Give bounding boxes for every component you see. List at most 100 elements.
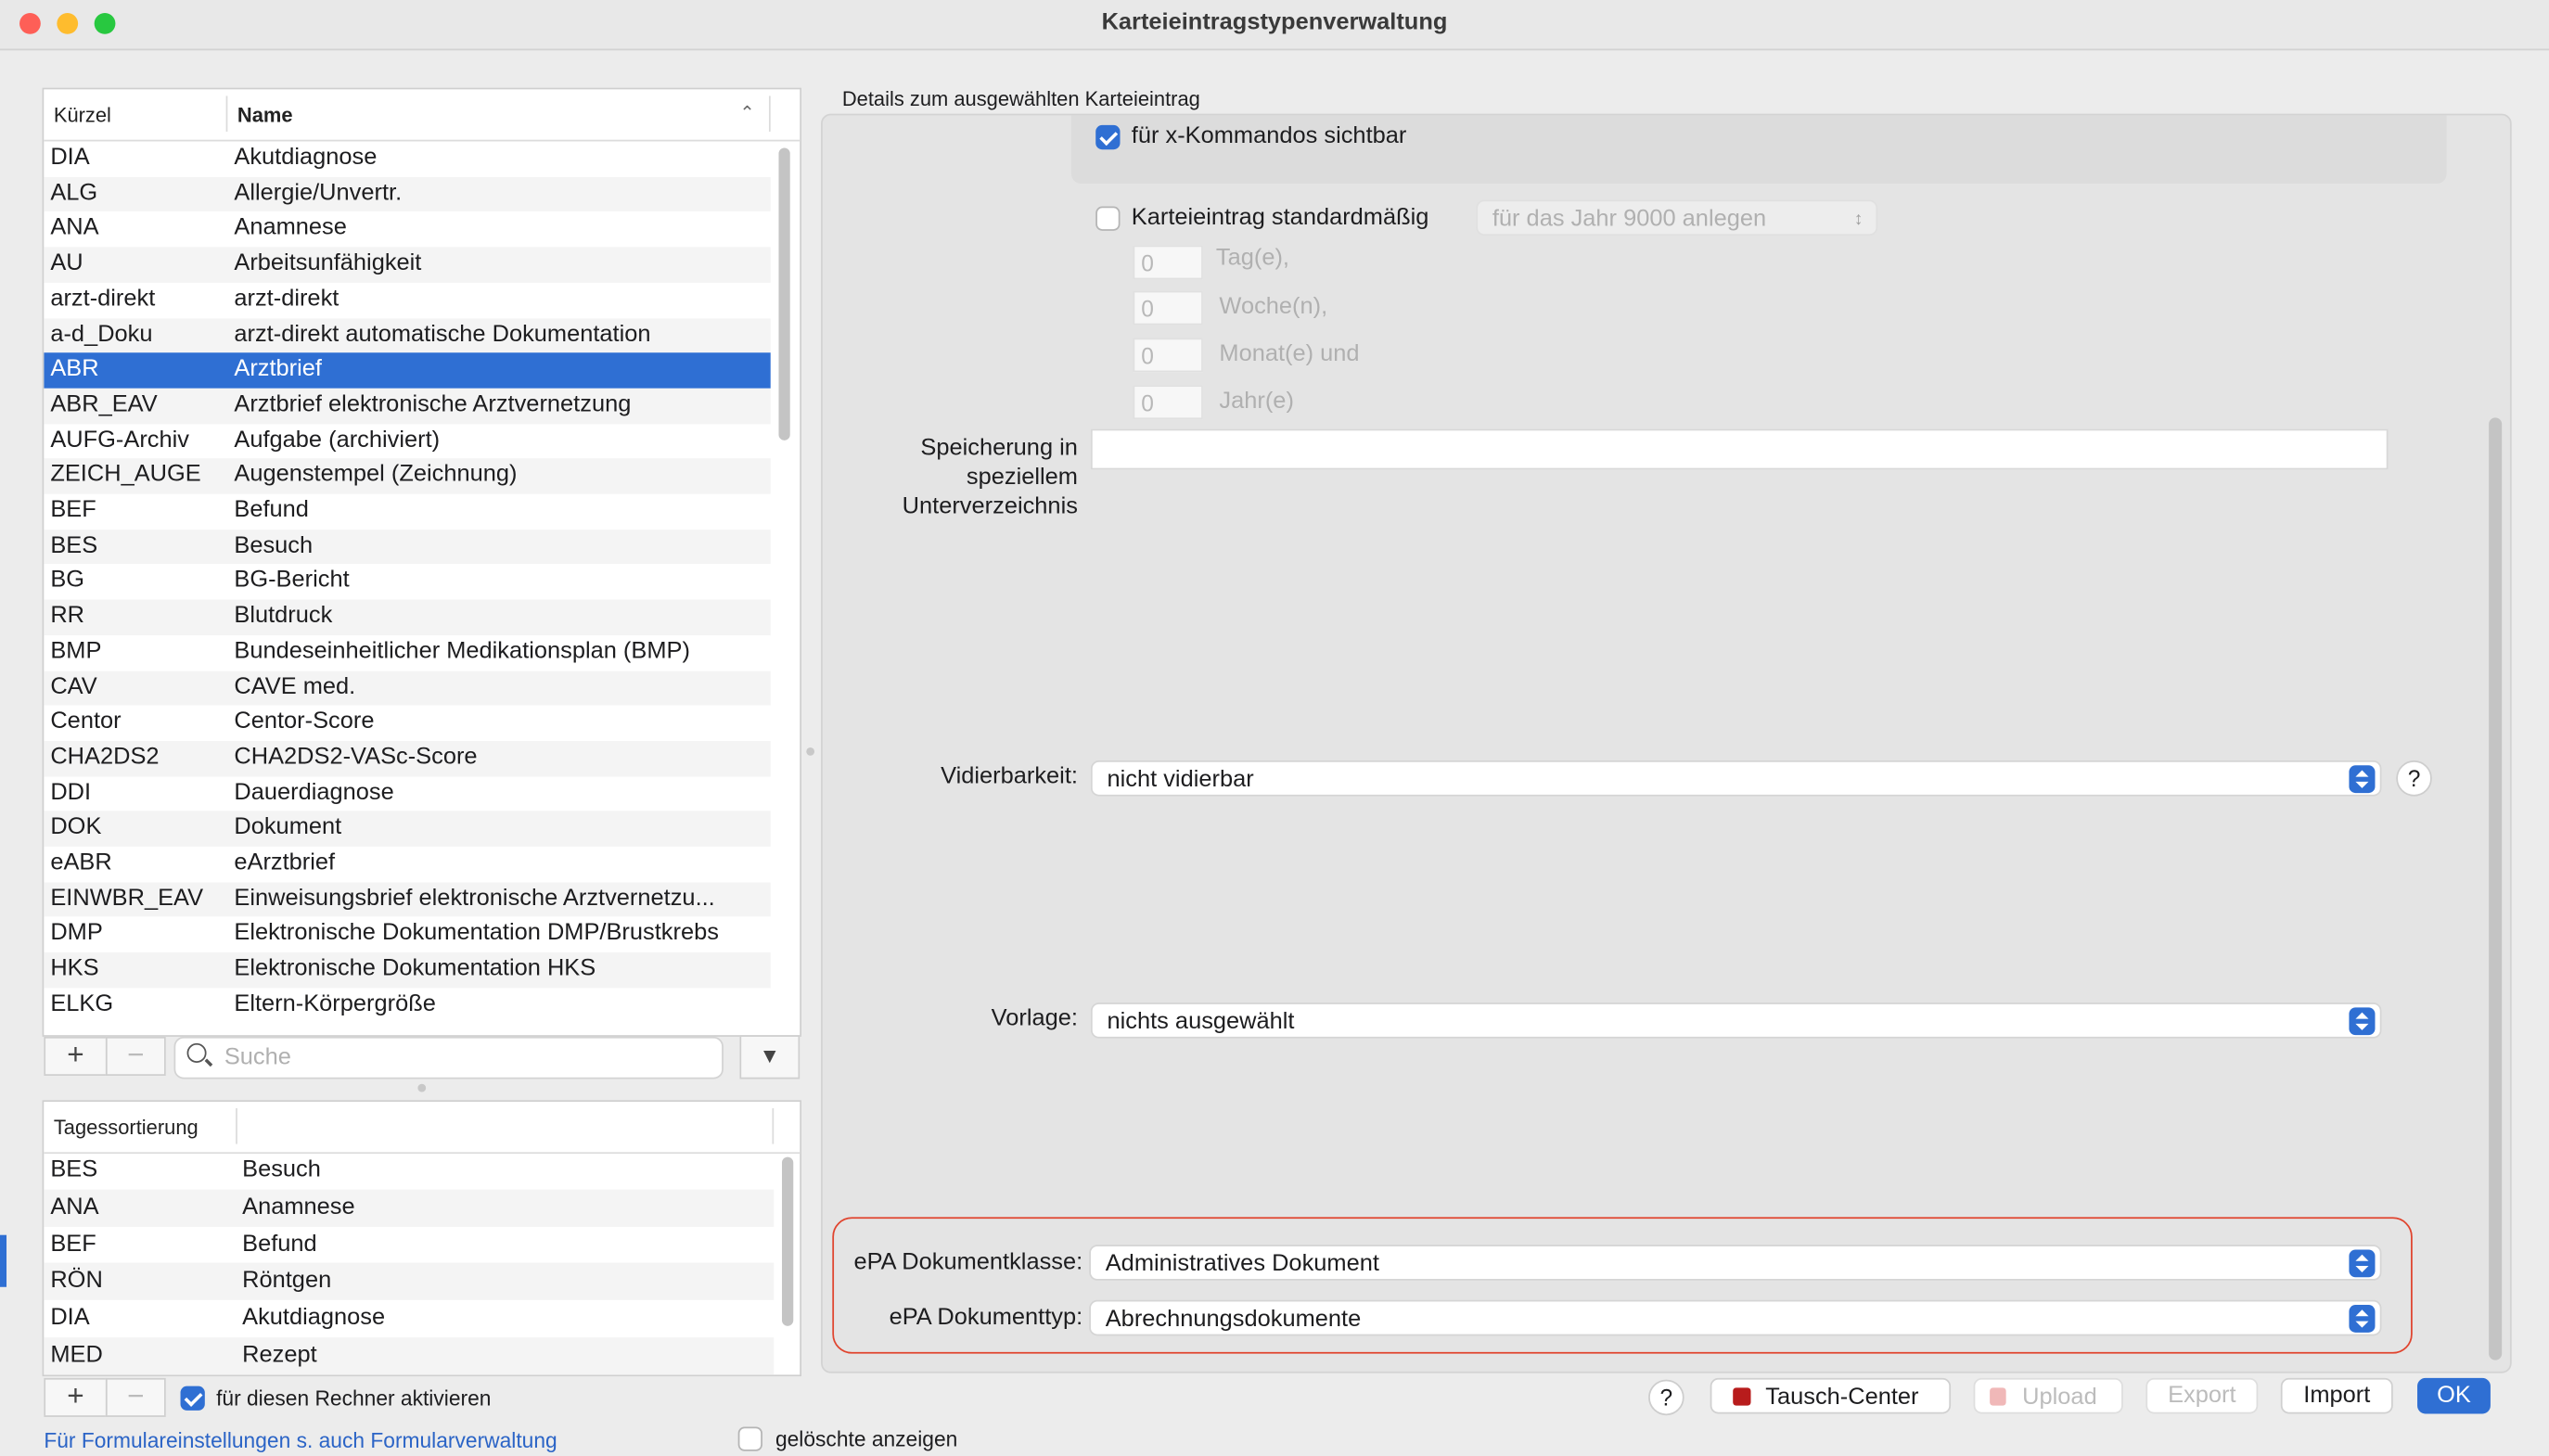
table-row[interactable]: ABR Arztbrief	[44, 352, 771, 389]
row-short: arzt-direkt	[50, 286, 156, 313]
years-input[interactable]: 0	[1133, 385, 1203, 420]
row-name: Besuch	[234, 532, 314, 559]
x-commands-checkbox[interactable]	[1095, 124, 1121, 150]
epa-class-popup[interactable]: Administratives Dokument	[1089, 1245, 2382, 1281]
table-row[interactable]: ANA Anamnese	[44, 211, 770, 247]
day-sort-row[interactable]: BEF Befund	[44, 1226, 774, 1263]
table-row[interactable]: AUFG-Archiv Aufgabe (archiviert)	[44, 424, 770, 459]
details-scrollbar[interactable]	[2489, 417, 2503, 1360]
day-sort-row[interactable]: MED Rezept	[44, 1337, 775, 1375]
table-row[interactable]: a-d_Doku arzt-direkt automatische Dokumen…	[44, 317, 771, 353]
row-name: arzt-direkt	[234, 286, 339, 313]
years-label: Jahr(e)	[1219, 388, 1294, 415]
column-header-short[interactable]: Kürzel	[54, 104, 111, 127]
ok-button[interactable]: OK	[2417, 1377, 2491, 1414]
weeks-label: Woche(n),	[1219, 294, 1328, 321]
table-row[interactable]: AU Arbeitsunfähigkeit	[44, 247, 771, 283]
day-sort-table[interactable]: Tagessortierung BES Besuch ANA Anamnese BEF B…	[42, 1100, 802, 1377]
import-button[interactable]: Import	[2280, 1377, 2393, 1414]
table-row[interactable]: arzt-direkt arzt-direkt	[44, 283, 770, 318]
table-row[interactable]: ELKG Eltern-Körpergröße	[44, 988, 770, 1023]
row-name: Arbeitsunfähigkeit	[234, 250, 422, 277]
remove-day-sort-button[interactable]: −	[105, 1377, 166, 1417]
table-row[interactable]: ALG Allergie/Unvertr.	[44, 176, 771, 212]
row-name: arzt-direkt automatische Dokumentation	[234, 321, 651, 348]
popup-stepper-icon	[2349, 765, 2376, 794]
default-entry-checkbox[interactable]	[1095, 206, 1121, 231]
row-name: Röntgen	[242, 1268, 332, 1295]
row-name: Einweisungsbrief elektronische Arztverne…	[234, 885, 715, 912]
epa-type-popup[interactable]: Abrechnungsdokumente	[1089, 1299, 2382, 1336]
table-row[interactable]: DOK Dokument	[44, 811, 771, 847]
days-label: Tag(e),	[1215, 245, 1290, 272]
table-row[interactable]: CAV CAVE med.	[44, 670, 771, 706]
form-settings-link[interactable]: Für Formulareinstellungen s. auch Formul…	[44, 1428, 557, 1452]
table-row[interactable]: ABR_EAV Arztbrief elektronische Arztverne…	[44, 388, 771, 424]
subdir-label-line: speziellem	[966, 465, 1078, 492]
year-popup[interactable]: für das Jahr 9000 anlegen ↕	[1476, 199, 1878, 236]
day-sort-row[interactable]: DIA Akutdiagnose	[44, 1300, 774, 1337]
add-day-sort-button[interactable]: +	[44, 1377, 108, 1417]
column-header-day-sort[interactable]: Tagessortierung	[54, 1117, 199, 1140]
row-short: a-d_Doku	[50, 321, 153, 348]
popup-arrows-icon: ↕	[1853, 210, 1864, 230]
table-row[interactable]: RR Blutdruck	[44, 599, 771, 635]
upload-label: Upload	[2022, 1384, 2097, 1411]
row-short: ELKG	[50, 990, 114, 1017]
list-scrollbar[interactable]	[778, 147, 790, 441]
days-input[interactable]: 0	[1133, 245, 1203, 280]
row-name: Anamnese	[234, 214, 347, 242]
row-short: ANA	[50, 1194, 99, 1220]
row-short: MED	[50, 1342, 103, 1369]
subdir-input[interactable]	[1090, 428, 2389, 470]
help-button[interactable]: ?	[1648, 1379, 1684, 1416]
months-input[interactable]: 0	[1133, 338, 1203, 373]
day-sort-row[interactable]: RÖN Röntgen	[44, 1263, 775, 1301]
table-row[interactable]: DDI Dauerdiagnose	[44, 776, 770, 811]
remove-entry-type-button[interactable]: −	[105, 1036, 166, 1076]
weeks-input[interactable]: 0	[1133, 290, 1203, 326]
day-sort-row[interactable]: ANA Anamnese	[44, 1189, 775, 1227]
search-field[interactable]: Suche	[173, 1036, 724, 1079]
add-entry-type-button[interactable]: +	[44, 1036, 108, 1076]
entry-type-table[interactable]: Kürzel Name ⌃ DIA Akutdiagnose ALG Allergie…	[42, 87, 802, 1037]
exchange-center-button[interactable]: Tausch-Center	[1710, 1377, 1952, 1414]
table-row[interactable]: BMP Bundeseinheitlicher Medikationsplan (…	[44, 635, 770, 671]
window-title: Karteieintragstypenverwaltung	[1101, 9, 1448, 36]
table-row[interactable]: HKS Elektronische Dokumentation HKS	[44, 952, 771, 988]
table-row[interactable]: BEF Befund	[44, 494, 770, 530]
splitter-handle[interactable]	[806, 747, 815, 756]
row-name: Bundeseinheitlicher Medikationsplan (BMP…	[234, 638, 690, 665]
column-header-name[interactable]: Name	[237, 104, 293, 127]
upload-button[interactable]: Upload	[1973, 1377, 2123, 1414]
table-row[interactable]: DIA Akutdiagnose	[44, 141, 770, 176]
table-row[interactable]: DMP Elektronische Dokumentation DMP/Brust…	[44, 917, 770, 952]
table-row[interactable]: EINWBR_EAV Einweisungsbrief elektronische…	[44, 881, 771, 917]
row-short: AUFG-Archiv	[50, 427, 190, 453]
row-short: DOK	[50, 814, 102, 841]
row-name: Dokument	[234, 814, 342, 841]
row-name: Elektronische Dokumentation HKS	[234, 955, 596, 982]
epa-type-label: ePA Dokumenttyp:	[889, 1305, 1083, 1332]
vidier-popup[interactable]: nicht vidierbar	[1090, 760, 2382, 797]
table-row[interactable]: ZEICH_AUGE Augenstempel (Zeichnung)	[44, 458, 771, 494]
subdir-label: Speicherung in speziellem Unterverzeichn…	[823, 434, 1078, 522]
activate-checkbox[interactable]	[180, 1386, 205, 1411]
vidier-help-button[interactable]: ?	[2396, 760, 2432, 797]
table-row[interactable]: BG BG-Bericht	[44, 565, 770, 600]
show-deleted-checkbox[interactable]	[737, 1426, 762, 1451]
table-row[interactable]: Centor Centor-Score	[44, 706, 770, 741]
table-row[interactable]: eABR eArztbrief	[44, 847, 770, 882]
table-row[interactable]: CHA2DS2 CHA2DS2-VASc-Score	[44, 740, 771, 776]
day-sort-scrollbar[interactable]	[781, 1156, 794, 1326]
row-short: CHA2DS2	[50, 744, 160, 771]
splitter-handle[interactable]	[417, 1083, 427, 1092]
template-popup[interactable]: nichts ausgewählt	[1090, 1003, 2382, 1039]
day-sort-row[interactable]: BES Besuch	[44, 1152, 774, 1189]
export-button[interactable]: Export	[2146, 1377, 2259, 1414]
popup-stepper-icon	[2349, 1305, 2376, 1333]
row-name: Anamnese	[242, 1194, 355, 1220]
filter-dropdown-button[interactable]: ▼	[739, 1035, 801, 1079]
subdir-label-line: Unterverzeichnis	[902, 493, 1078, 520]
table-row[interactable]: BES Besuch	[44, 529, 771, 565]
